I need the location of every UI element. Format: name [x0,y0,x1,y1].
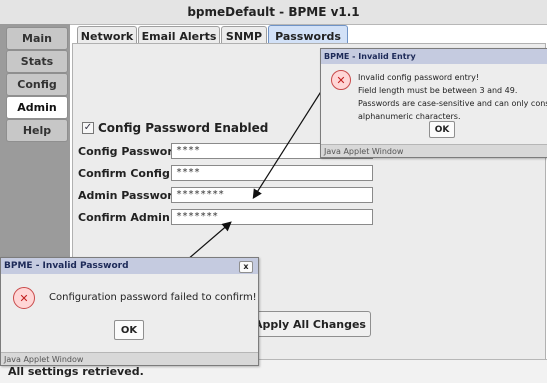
dialog-title: BPME - Invalid Password [4,261,129,271]
ok-button[interactable]: OK [114,320,144,340]
ok-button-label: OK [434,124,450,135]
dialog-footer: Java Applet Window [1,352,258,365]
error-icon: ✕ [13,287,35,309]
arrow-to-confirm-admin [186,221,232,261]
dialog-message-line: Invalid config password entry! [358,73,480,82]
dialog-message: Invalid config password entry! Field len… [358,71,547,123]
status-text: All settings retrieved. [8,365,144,378]
dialog-footer-text: Java Applet Window [4,354,84,364]
dialog-footer: Java Applet Window [321,144,547,157]
dialog-title-bar: BPME - Invalid Password [1,258,258,274]
error-icon: ✕ [331,70,351,90]
apply-button-label: Apply All Changes [254,317,366,331]
close-button[interactable]: x [239,261,253,273]
dialog-message: Configuration password failed to confirm… [49,292,257,303]
arrow-to-admin-password [252,89,323,200]
close-icon: x [243,262,249,271]
dialog-message-line: Field length must be between 3 and 49. [358,86,518,95]
invalid-entry-dialog: BPME - Invalid Entry ✕ Invalid config pa… [320,48,547,158]
ok-button[interactable]: OK [429,121,455,138]
invalid-password-dialog: BPME - Invalid Password x ✕ Configuratio… [0,257,259,366]
dialog-footer-text: Java Applet Window [324,146,404,156]
apply-all-changes-button[interactable]: Apply All Changes [249,311,371,337]
dialog-message-line: Passwords are case-sensitive and can onl… [358,99,547,108]
dialog-title: BPME - Invalid Entry [324,52,416,61]
dialog-title-bar: BPME - Invalid Entry [321,49,547,64]
ok-button-label: OK [120,324,138,336]
